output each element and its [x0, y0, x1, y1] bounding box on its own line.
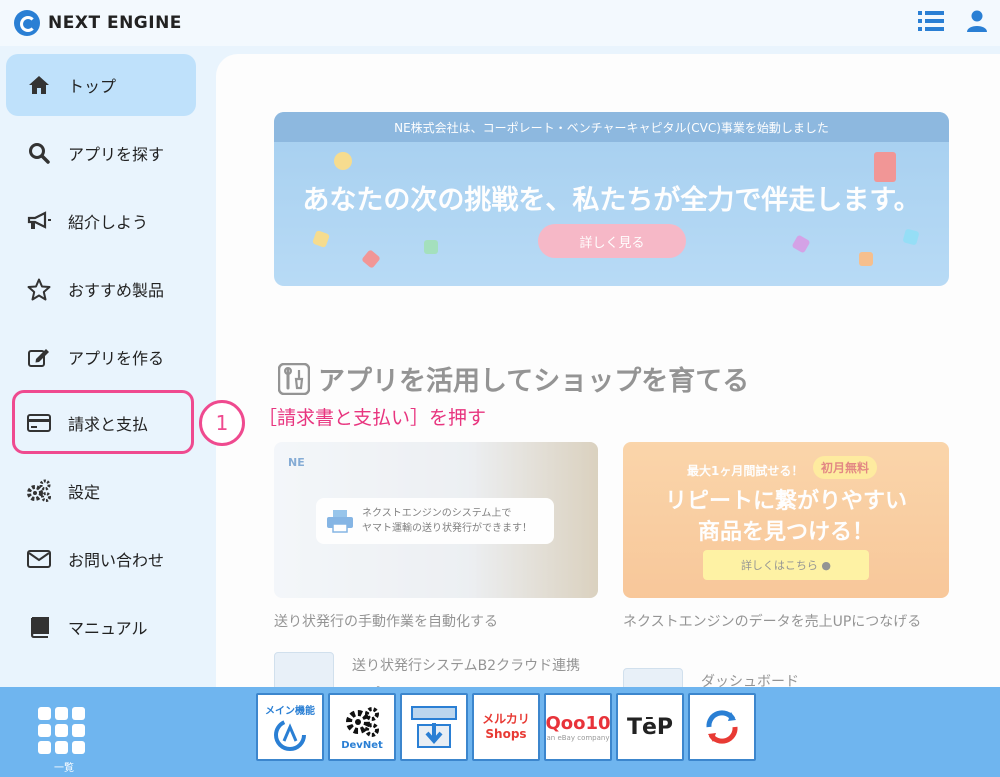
book-icon: [26, 614, 52, 640]
sidebar-item-label: アプリを探す: [68, 145, 165, 164]
confetti-decoration: [424, 240, 438, 254]
free-badge: 初月無料: [813, 456, 878, 479]
sidebar-item-refer[interactable]: 紹介しよう: [6, 190, 196, 252]
section-title-text: アプリを活用してショップを育てる: [318, 366, 750, 397]
sync-app-icon[interactable]: [688, 693, 756, 761]
banner-top-text: NE株式会社は、コーポレート・ベンチャーキャピタル(CVC)事業を始動しました: [274, 112, 949, 142]
devnet-app-icon[interactable]: DevNet: [328, 693, 396, 761]
card-bubble: ネクストエンジンのシステム上で ヤマト運輸の送り状発行ができます！: [316, 498, 554, 544]
sidebar-item-label: トップ: [68, 77, 117, 96]
sidebar-item-label: マニュアル: [68, 619, 148, 638]
printer-icon: [327, 510, 353, 533]
card-headline: リピートに繋がりやすい 商品を見つける！: [623, 486, 949, 548]
card-caption: 送り状発行の手動作業を自動化する: [274, 614, 498, 630]
ne-tag: NE: [288, 456, 305, 469]
mail-icon: [26, 546, 52, 572]
section-title: アプリを活用してショップを育てる: [278, 359, 749, 398]
main-app-icon[interactable]: メイン機能: [256, 693, 324, 761]
search-icon: [26, 140, 52, 166]
qoo10-sublabel: an eBay company: [546, 733, 610, 742]
card-headline-line-2: 商品を見つける！: [697, 520, 874, 545]
bubble-line-2: ヤマト運輸の送り状発行ができます！: [362, 523, 532, 534]
megaphone-icon: [26, 208, 52, 234]
tools-icon: [278, 362, 310, 395]
cvc-banner[interactable]: NE株式会社は、コーポレート・ベンチャーキャピタル(CVC)事業を始動しました …: [274, 112, 949, 286]
qoo10-label: Qoo10: [545, 712, 611, 734]
grid-icon: [38, 707, 90, 754]
all-apps-button[interactable]: 一覧: [38, 707, 90, 774]
app-dock: 一覧 メイン機能 DevNet メルカリ Shops Qoo10 an eBay…: [0, 687, 1000, 777]
app-name: 送り状発行システムB2クラウド連携: [352, 658, 581, 674]
sidebar-item-label: 設定: [68, 483, 101, 502]
billing-highlight-box: [12, 390, 194, 454]
sidebar-item-recommended[interactable]: おすすめ製品: [6, 258, 196, 320]
sidebar-item-label: お問い合わせ: [68, 551, 165, 570]
sidebar-item-settings[interactable]: 設定: [6, 460, 196, 522]
app-thumbnail: [274, 652, 334, 692]
list-icon[interactable]: [918, 10, 944, 32]
banner-headline: あなたの次の挑戦を、私たちが全力で伴走します。: [302, 185, 921, 216]
tep-label: TēP: [626, 714, 674, 740]
trial-text: 最大1ヶ月間試せる！: [687, 464, 804, 478]
app-label: DevNet: [341, 739, 383, 751]
confetti-decoration: [902, 228, 920, 246]
home-icon: [26, 72, 52, 98]
main-content: NE株式会社は、コーポレート・ベンチャーキャピタル(CVC)事業を始動しました …: [216, 54, 1000, 694]
gears-icon: [346, 706, 379, 737]
sidebar-item-find-apps[interactable]: アプリを探す: [6, 122, 196, 184]
tep-app-icon[interactable]: TēP: [616, 693, 684, 761]
confetti-decoration: [334, 152, 352, 170]
b2-cloud-card[interactable]: NE ネクストエンジンのシステム上で ヤマト運輸の送り状発行ができます！: [274, 442, 598, 598]
sidebar-item-build-apps[interactable]: アプリを作る: [6, 326, 196, 388]
mercari-label-line-2: Shops: [485, 727, 527, 741]
star-icon: [26, 276, 52, 302]
sidebar-item-contact[interactable]: お問い合わせ: [6, 528, 196, 590]
logo-text: NEXT ENGINE: [48, 13, 182, 33]
card-details-button[interactable]: 詳しくはこちら ●: [703, 550, 869, 580]
download-icon: [411, 706, 457, 748]
confetti-decoration: [791, 234, 811, 254]
confetti-decoration: [361, 249, 381, 269]
mercari-label-line-1: メルカリ: [482, 712, 530, 726]
gears-icon: [26, 478, 52, 504]
confetti-decoration: [312, 230, 330, 248]
qoo10-app-icon[interactable]: Qoo10 an eBay company: [544, 693, 612, 761]
top-bar: NEXT ENGINE: [0, 0, 1000, 46]
logo[interactable]: NEXT ENGINE: [14, 10, 182, 36]
bubble-line-1: ネクストエンジンのシステム上で: [362, 508, 512, 519]
sidebar-item-label: おすすめ製品: [68, 281, 165, 300]
step-instruction: ［請求書と支払い］を押す: [258, 407, 487, 429]
sidebar-item-manual[interactable]: マニュアル: [6, 596, 196, 658]
ne-logo-icon: [274, 718, 306, 751]
dashboard-card[interactable]: 最大1ヶ月間試せる！ 初月無料 リピートに繋がりやすい 商品を見つける！ 詳しく…: [623, 442, 949, 598]
card-caption: ネクストエンジンのデータを売上UPにつなげる: [623, 614, 922, 630]
card-headline-line-1: リピートに繋がりやすい: [664, 489, 907, 514]
mercari-label: メルカリ Shops: [482, 712, 530, 742]
all-apps-label: 一覧: [54, 763, 74, 774]
user-icon[interactable]: [964, 10, 990, 32]
mercari-app-icon[interactable]: メルカリ Shops: [472, 693, 540, 761]
app-label: メイン機能: [265, 705, 315, 717]
logo-mark-icon: [14, 10, 40, 36]
sidebar: トップ アプリを探す 紹介しよう おすすめ製品 アプリを作る 請求と支払 設定 …: [0, 46, 215, 686]
sync-icon: [706, 710, 738, 744]
sidebar-item-label: 紹介しよう: [68, 213, 149, 232]
sidebar-item-top[interactable]: トップ: [6, 54, 196, 116]
edit-icon: [26, 344, 52, 370]
sidebar-item-label: アプリを作る: [68, 349, 165, 368]
confetti-decoration: [859, 252, 873, 266]
banner-details-button[interactable]: 詳しく見る: [538, 224, 686, 258]
download-app-icon[interactable]: [400, 693, 468, 761]
step-number: 1: [199, 400, 245, 446]
